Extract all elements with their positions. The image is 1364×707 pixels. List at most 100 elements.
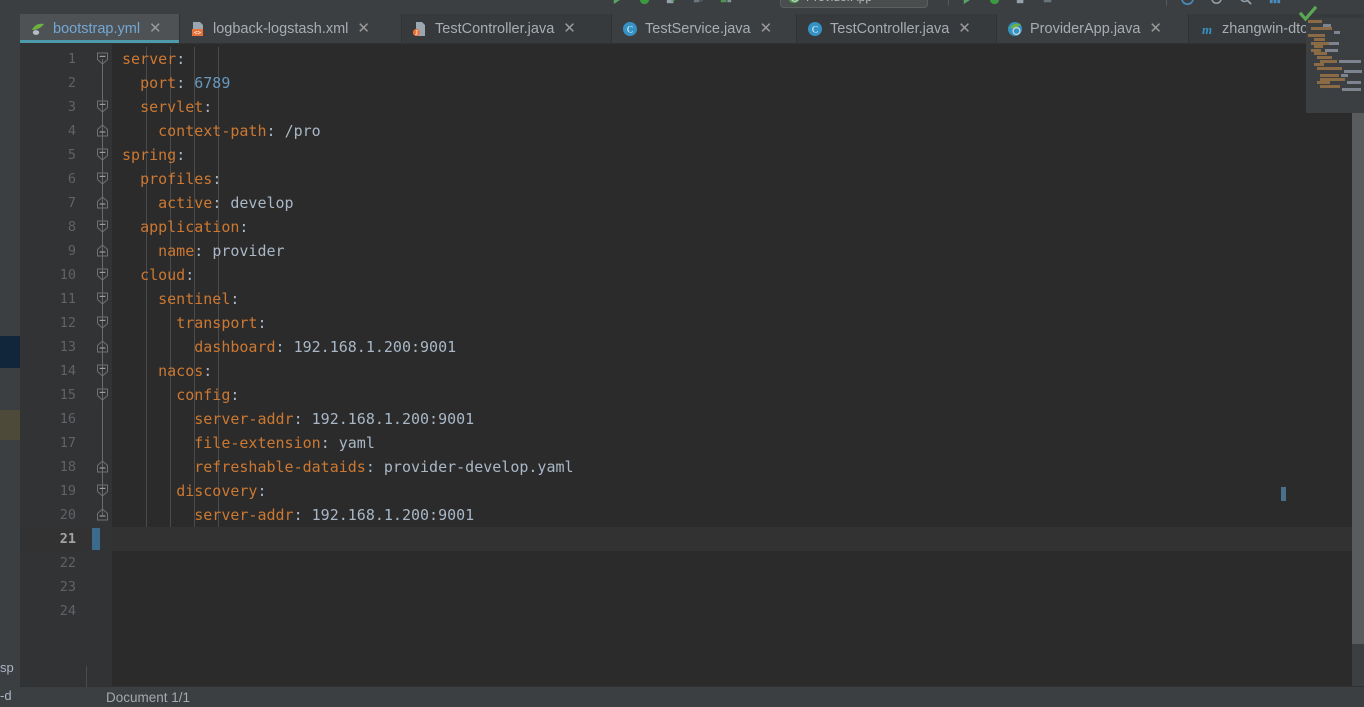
run-configuration-selector[interactable]: ProviderApp	[780, 0, 928, 8]
fold-end-icon	[97, 124, 108, 137]
code-line[interactable]: dashboard: 192.168.1.200:9001	[112, 335, 456, 359]
line-number: 4	[67, 123, 76, 139]
fold-marker-6[interactable]	[96, 172, 109, 185]
code-line[interactable]: file-extension: yaml	[112, 431, 375, 455]
code-line[interactable]: servlet:	[112, 95, 212, 119]
java-class-icon: C	[807, 21, 823, 37]
editor-tab-providerapp-java[interactable]: ProviderApp.java ✕	[997, 14, 1189, 43]
code-content-area[interactable]: server: port: 6789 servlet: context-path…	[112, 44, 1364, 686]
fold-marker-19[interactable]	[96, 484, 109, 497]
line-number: 1	[67, 51, 76, 67]
fold-marker-15[interactable]	[96, 388, 109, 401]
editor-tab-bootstrap-yml[interactable]: bootstrap.yml ✕	[20, 14, 180, 43]
search-icon[interactable]	[1238, 0, 1253, 6]
spring-yaml-icon	[30, 21, 46, 37]
fold-marker-9[interactable]	[96, 244, 109, 257]
fold-marker-10[interactable]	[96, 268, 109, 281]
stop-icon[interactable]	[1068, 0, 1083, 6]
code-line[interactable]: transport:	[112, 311, 266, 335]
fold-end-icon	[97, 196, 108, 209]
editor-gutter[interactable]: 1 2 3 4 5 6 7 8 9 10 11 12 13 14 15 16 17 18 19 20 21 22 23 24	[20, 44, 92, 686]
profile-icon[interactable]	[691, 0, 706, 6]
fold-marker-4[interactable]	[96, 124, 109, 137]
code-line[interactable]: refreshable-dataids: provider-develop.ya…	[112, 455, 573, 479]
commit-icon[interactable]	[1209, 0, 1224, 6]
build-icon[interactable]	[718, 0, 733, 6]
fold-marker-13[interactable]	[96, 340, 109, 353]
line-number: 22	[59, 555, 76, 571]
code-line[interactable]: name: provider	[112, 239, 284, 263]
run-icon[interactable]	[960, 0, 975, 6]
structure-icon[interactable]	[1267, 0, 1282, 6]
tab-close-icon[interactable]: ✕	[760, 21, 773, 36]
code-line[interactable]: server-addr: 192.168.1.200:9001	[112, 503, 474, 527]
code-line[interactable]: context-path: /pro	[112, 119, 321, 143]
tab-label: TestController.java	[435, 20, 555, 37]
editor-tab-testcontroller-java[interactable]: J TestController.java ✕	[402, 14, 612, 43]
debug-icon[interactable]	[637, 0, 652, 6]
fold-marker-14[interactable]	[96, 364, 109, 377]
editor-scrollbar-thumb[interactable]	[1352, 44, 1364, 644]
error-stripe[interactable]	[1352, 44, 1364, 686]
fold-marker-8[interactable]	[96, 220, 109, 233]
minimap-line	[1323, 23, 1331, 27]
fold-marker-3[interactable]	[96, 100, 109, 113]
code-line[interactable]: config:	[112, 383, 239, 407]
fold-marker-11[interactable]	[96, 292, 109, 305]
minimap-line	[1311, 34, 1325, 38]
code-line[interactable]: discovery:	[112, 479, 266, 503]
stop-icon[interactable]	[745, 0, 760, 6]
code-line[interactable]: application:	[112, 215, 248, 239]
update-project-icon[interactable]	[1180, 0, 1195, 6]
run-icon[interactable]	[610, 0, 625, 6]
code-line[interactable]: sentinel:	[112, 287, 239, 311]
line-number: 8	[67, 219, 76, 235]
code-line[interactable]: server-addr: 192.168.1.200:9001	[112, 407, 474, 431]
current-line-highlight	[112, 527, 1364, 551]
fold-end-icon	[97, 508, 108, 521]
fold-marker-20[interactable]	[96, 508, 109, 521]
code-editor[interactable]: 1 2 3 4 5 6 7 8 9 10 11 12 13 14 15 16 17 18 19 20 21 22 23 24 …	[20, 44, 1364, 686]
attach-icon[interactable]	[1041, 0, 1056, 6]
tab-close-icon[interactable]: ✕	[149, 21, 162, 36]
fold-collapse-icon	[97, 52, 108, 65]
fold-marker-18[interactable]	[96, 460, 109, 473]
run-with-coverage-icon[interactable]	[664, 0, 679, 6]
yaml-colon: :	[275, 338, 285, 356]
editor-tab-testcontroller-java[interactable]: C TestController.java ✕	[797, 14, 997, 43]
fold-marker-12[interactable]	[96, 316, 109, 329]
minimap-line	[1320, 59, 1337, 63]
yaml-colon: :	[212, 170, 222, 188]
fold-marker-7[interactable]	[96, 196, 109, 209]
code-line[interactable]: server:	[112, 47, 185, 71]
code-line[interactable]: spring:	[112, 143, 185, 167]
editor-tab-logback-logstash-xml[interactable]: <> logback-logstash.xml ✕	[180, 14, 402, 43]
document-position-label: Document 1/1	[106, 689, 191, 705]
tab-close-icon[interactable]: ✕	[357, 21, 370, 36]
yaml-colon: :	[320, 434, 330, 452]
green-check-icon[interactable]	[1298, 4, 1318, 24]
code-line[interactable]: active: develop	[112, 191, 293, 215]
fold-marker-1[interactable]	[96, 52, 109, 65]
fold-gutter[interactable]	[92, 44, 112, 686]
fold-collapse-icon	[97, 292, 108, 305]
code-line[interactable]: port: 6789	[112, 71, 230, 95]
line-number: 12	[59, 315, 76, 331]
code-line[interactable]: profiles:	[112, 167, 221, 191]
code-line[interactable]: nacos:	[112, 359, 212, 383]
fold-marker-5[interactable]	[96, 148, 109, 161]
tab-close-icon[interactable]: ✕	[958, 21, 971, 36]
tab-label: TestController.java	[830, 20, 950, 37]
yaml-colon: :	[185, 266, 195, 284]
code-line[interactable]: cloud:	[112, 263, 194, 287]
tab-close-icon[interactable]: ✕	[563, 21, 576, 36]
yaml-key: port	[140, 74, 177, 92]
left-strip-fragment-1: sp	[0, 660, 14, 675]
active-tab-underline	[20, 40, 179, 43]
line-number: 19	[59, 483, 76, 499]
debug-icon[interactable]	[987, 0, 1002, 6]
editor-tab-testservice-java[interactable]: C TestService.java ✕	[612, 14, 797, 43]
code-minimap[interactable]	[1306, 18, 1364, 113]
tab-close-icon[interactable]: ✕	[1149, 21, 1162, 36]
coverage-icon[interactable]	[1014, 0, 1029, 6]
